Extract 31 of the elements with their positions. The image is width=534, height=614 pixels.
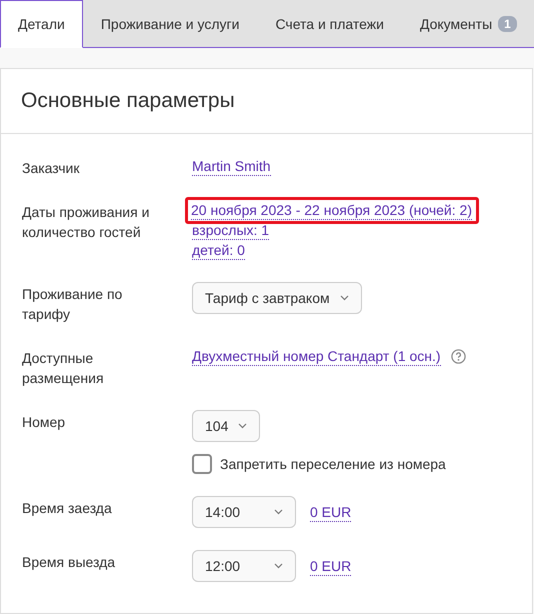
- link[interactable]: Martin Smith: [192, 156, 271, 176]
- field-label: Время выезда: [22, 553, 116, 572]
- tab[interactable]: Проживание и услуги: [82, 0, 258, 48]
- link[interactable]: 0 EUR: [310, 556, 352, 576]
- tab[interactable]: Счета и платежи: [257, 0, 402, 48]
- chevron-down-icon: [238, 423, 248, 429]
- checkbox[interactable]: [192, 454, 212, 474]
- field-label: Даты проживания и количество гостей: [22, 203, 150, 242]
- field-label: Заказчик: [22, 159, 80, 178]
- field-label: Доступные размещения: [22, 349, 105, 388]
- tab[interactable]: Детали: [0, 0, 83, 48]
- field-label: Проживание по тарифу: [22, 285, 124, 324]
- chevron-down-icon: [274, 563, 283, 569]
- link[interactable]: детей: 0: [192, 240, 245, 260]
- dropdown[interactable]: 14:00: [192, 496, 296, 528]
- checkbox-label: Запретить переселение из номера: [220, 456, 446, 472]
- dropdown[interactable]: Тариф с завтраком: [192, 282, 362, 314]
- chevron-down-icon: [340, 295, 349, 301]
- tab[interactable]: Документы 1: [402, 0, 534, 48]
- dropdown[interactable]: 104: [192, 410, 260, 442]
- link[interactable]: взрослых: 1: [192, 220, 270, 240]
- chevron-down-icon: [274, 509, 283, 515]
- field-label: Время заезда: [22, 499, 113, 518]
- count-badge: 1: [498, 16, 517, 32]
- link[interactable]: 20 ноября 2023 - 22 ноября 2023 (ночей: 2): [191, 200, 472, 220]
- link[interactable]: Двухместный номер Стандарт (1 осн.): [192, 346, 441, 366]
- help-icon[interactable]: [450, 348, 466, 364]
- field-label: Номер: [22, 413, 66, 432]
- section-title: Основные параметры: [21, 89, 236, 113]
- dropdown[interactable]: 12:00: [192, 550, 296, 582]
- link[interactable]: 0 EUR: [310, 502, 352, 522]
